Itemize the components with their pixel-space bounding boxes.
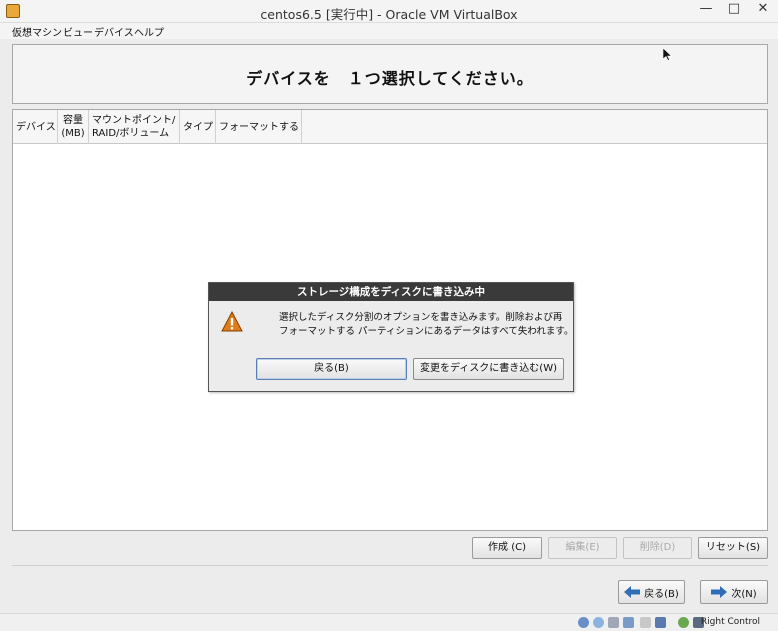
column-size-unit: (MB) <box>61 128 85 139</box>
column-type-label: タイプ <box>183 121 213 133</box>
next-button-label: 次(N) <box>731 588 757 600</box>
menu-item-devices[interactable]: デバイス <box>94 24 134 39</box>
write-changes-button[interactable]: 変更をディスクに書き込む(W) <box>413 358 564 380</box>
column-raid-label: RAID/ボリューム <box>92 128 170 139</box>
vm-display[interactable]: デバイスを １つ選択してください。 デバイス 容量 (MB) マウントポイント/R… <box>0 39 778 613</box>
shared-folders-icon[interactable] <box>623 617 634 628</box>
dialog-back-button[interactable]: 戻る(B) <box>256 358 407 380</box>
usb-icon[interactable] <box>608 617 619 628</box>
dialog-title: ストレージ構成をディスクに書き込み中 <box>209 283 573 301</box>
arrow-left-icon <box>624 586 641 598</box>
maximize-button[interactable]: □ <box>720 0 748 20</box>
mouse-cursor-icon <box>663 48 672 61</box>
vm-status-bar: Right Control <box>0 613 778 631</box>
close-button[interactable]: ✕ <box>748 0 778 20</box>
divider <box>12 565 768 566</box>
host-key-label: Right Control <box>700 617 760 627</box>
minimize-button[interactable]: — <box>692 0 720 20</box>
column-format-label: フォーマットする <box>219 121 299 133</box>
menu-item-view[interactable]: ビュー <box>63 24 93 39</box>
arrow-right-icon <box>711 586 728 598</box>
create-button[interactable]: 作成 (C) <box>472 537 542 559</box>
display-icon[interactable] <box>655 617 666 628</box>
table-header: デバイス 容量 (MB) マウントポイント/RAID/ボリューム タイプ フォーマ… <box>13 110 767 144</box>
network-icon[interactable] <box>640 617 651 628</box>
column-mount-label: マウントポイント/ <box>92 115 176 126</box>
column-mount-point[interactable]: マウントポイント/RAID/ボリューム <box>89 110 180 144</box>
back-button[interactable]: 戻る(B) <box>618 580 685 604</box>
write-storage-dialog: ストレージ構成をディスクに書き込み中 選択したディスク分割のオプションを書き込み… <box>208 282 574 392</box>
dialog-message: 選択したディスク分割のオプションを書き込みます。削除および再 フォーマットする … <box>279 311 574 339</box>
optical-drive-icon[interactable] <box>593 617 604 628</box>
menu-item-help[interactable]: ヘルプ <box>134 24 164 39</box>
back-button-label: 戻る(B) <box>644 588 679 600</box>
edit-button[interactable]: 編集(E) <box>548 537 617 559</box>
hard-disk-icon[interactable] <box>578 617 589 628</box>
window-titlebar: centos6.5 [実行中] - Oracle VM VirtualBox —… <box>0 0 778 23</box>
warning-icon <box>221 311 243 332</box>
page-title: デバイスを １つ選択してください。 <box>246 69 534 88</box>
menu-item-machine[interactable]: 仮想マシン <box>12 24 62 39</box>
column-device[interactable]: デバイス <box>13 110 58 144</box>
menu-bar: 仮想マシン ビュー デバイス ヘルプ <box>0 23 778 39</box>
reset-button[interactable]: リセット(S) <box>698 537 768 559</box>
dialog-message-line-1: 選択したディスク分割のオプションを書き込みます。削除および再 <box>279 312 563 323</box>
column-format[interactable]: フォーマットする <box>216 110 302 144</box>
column-type[interactable]: タイプ <box>180 110 216 144</box>
mouse-integration-icon[interactable] <box>678 617 689 628</box>
next-button[interactable]: 次(N) <box>700 580 768 604</box>
column-device-label: デバイス <box>16 121 56 133</box>
delete-button[interactable]: 削除(D) <box>623 537 692 559</box>
column-size-label: 容量 <box>63 115 83 126</box>
column-size[interactable]: 容量 (MB) <box>58 110 89 144</box>
dialog-message-line-2: フォーマットする パーティションにあるデータはすべて失われます。 <box>279 326 574 337</box>
window-title: centos6.5 [実行中] - Oracle VM VirtualBox <box>260 7 518 22</box>
installer-header: デバイスを １つ選択してください。 <box>12 44 768 104</box>
